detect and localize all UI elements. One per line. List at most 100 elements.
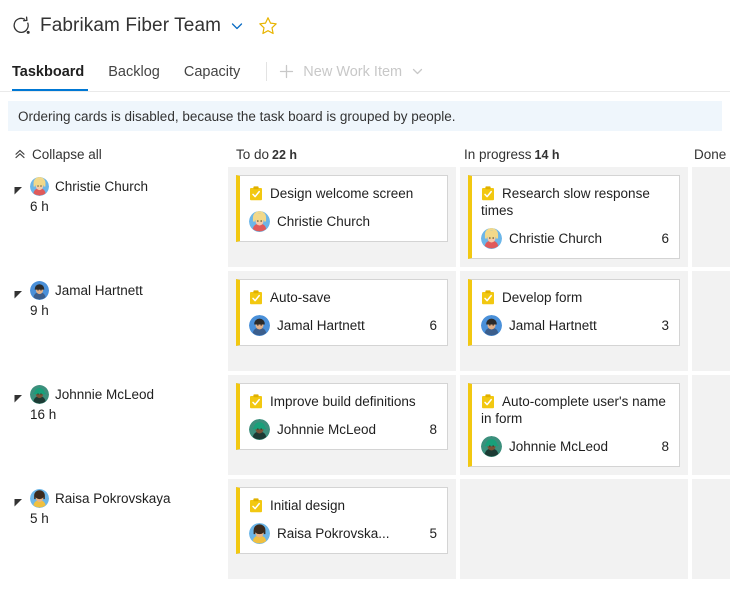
task-card-hours: 8 — [429, 422, 437, 437]
task-card-hours: 5 — [429, 526, 437, 541]
task-card-title: Auto-complete user's name in form — [481, 394, 666, 426]
swimlane-cell[interactable]: Develop formJamal Hartnett3 — [460, 271, 688, 371]
tab-capacity[interactable]: Capacity — [172, 52, 252, 91]
column-headers: Collapse all To do22 h In progress14 h D… — [0, 141, 730, 167]
swimlane-person: Raisa Pokrovskaya 5 h — [0, 479, 228, 579]
task-card-assignee: Raisa Pokrovska... — [277, 526, 421, 541]
triangle-collapse-icon[interactable] — [14, 390, 23, 399]
swimlane-person-hours: 5 h — [30, 511, 222, 526]
task-icon — [249, 186, 263, 201]
avatar — [249, 211, 270, 232]
task-card[interactable]: Improve build definitions Johnnie McLeod8 — [236, 383, 448, 450]
swimlane: Christie Church6 h Design welcome screen C… — [0, 167, 730, 267]
chevron-down-icon[interactable] — [230, 19, 244, 33]
column-header-inprogress-label: In progress — [464, 147, 532, 162]
task-card-assignee: Jamal Hartnett — [509, 318, 653, 333]
task-icon — [249, 498, 263, 513]
task-card-title-row: Develop form — [481, 289, 669, 306]
collapse-all-button[interactable]: Collapse all — [0, 147, 228, 162]
toolbar-divider — [266, 62, 267, 81]
new-work-item-button[interactable]: New Work Item — [279, 52, 424, 91]
avatar — [30, 177, 49, 196]
tab-taskboard-label: Taskboard — [12, 64, 84, 80]
swimlane-person-name: Raisa Pokrovskaya — [55, 491, 171, 506]
task-card-hours: 6 — [661, 231, 669, 246]
swimlane-cell[interactable]: Auto-save Jamal Hartnett6 — [228, 271, 456, 371]
tabstrip: Taskboard Backlog Capacity New Work Item — [0, 52, 730, 92]
swimlane: Johnnie McLeod16 hImprove build definiti… — [0, 375, 730, 475]
task-card[interactable]: Auto-save Jamal Hartnett6 — [236, 279, 448, 346]
task-card[interactable]: Research slow response timesChristie Chu… — [468, 175, 680, 259]
swimlane-person-hours: 16 h — [30, 407, 222, 422]
star-icon[interactable] — [258, 16, 278, 36]
task-card[interactable]: Initial design Raisa Pokrovska... 5 — [236, 487, 448, 554]
info-banner: Ordering cards is disabled, because the … — [8, 101, 722, 131]
task-card-title: Improve build definitions — [270, 394, 416, 409]
tab-backlog[interactable]: Backlog — [96, 52, 172, 91]
task-card-title: Initial design — [270, 498, 345, 513]
task-card[interactable]: Develop formJamal Hartnett3 — [468, 279, 680, 346]
empty-cell — [700, 175, 722, 176]
column-header-inprogress: In progress14 h — [456, 147, 684, 162]
people-column-header: Collapse all — [0, 147, 228, 162]
swimlane-cell[interactable] — [692, 167, 730, 267]
column-header-inprogress-hours: 14 h — [535, 148, 560, 162]
swimlane-cell[interactable] — [460, 479, 688, 579]
collapse-all-label: Collapse all — [32, 147, 102, 162]
task-icon — [249, 394, 263, 409]
task-card-title: Auto-save — [270, 290, 331, 305]
task-card-title-row: Research slow response times — [481, 185, 669, 219]
task-card-footer: Christie Church — [249, 211, 437, 232]
task-card-footer: Johnnie McLeod8 — [249, 419, 437, 440]
task-card-footer: Jamal Hartnett6 — [249, 315, 437, 336]
triangle-collapse-icon[interactable] — [14, 286, 23, 295]
swimlane-cell[interactable]: Auto-complete user's name in form Johnnie… — [460, 375, 688, 475]
task-card-footer: Johnnie McLeod 8 — [481, 436, 669, 457]
task-card-title-row: Design welcome screen — [249, 185, 437, 202]
team-title[interactable]: Fabrikam Fiber Team — [40, 15, 221, 37]
column-header-done: Done — [684, 147, 730, 162]
swimlane-cell[interactable] — [692, 271, 730, 371]
new-work-item-label: New Work Item — [303, 64, 402, 80]
column-header-todo: To do22 h — [228, 147, 456, 162]
double-chevron-up-icon — [14, 148, 26, 160]
swimlane-person-hours: 9 h — [30, 303, 222, 318]
empty-cell — [700, 279, 722, 280]
swimlane-cell[interactable]: Improve build definitions Johnnie McLeod8 — [228, 375, 456, 475]
task-card-hours: 8 — [661, 439, 669, 454]
avatar — [249, 523, 270, 544]
task-card-assignee: Christie Church — [277, 214, 429, 229]
swimlane-person-name: Jamal Hartnett — [55, 283, 143, 298]
swimlane-cell[interactable]: Initial design Raisa Pokrovska... 5 — [228, 479, 456, 579]
column-header-todo-hours: 22 h — [272, 148, 297, 162]
task-icon — [249, 290, 263, 305]
task-card-title-row: Auto-complete user's name in form — [481, 393, 669, 427]
column-header-todo-label: To do — [236, 147, 269, 162]
triangle-collapse-icon[interactable] — [14, 182, 23, 191]
empty-cell — [700, 487, 722, 488]
task-icon — [481, 186, 495, 201]
avatar — [30, 385, 49, 404]
app-header: Fabrikam Fiber Team — [0, 0, 730, 52]
swimlane-cell[interactable] — [692, 375, 730, 475]
swimlane-cell[interactable]: Research slow response timesChristie Chu… — [460, 167, 688, 267]
swimlane-cell[interactable] — [692, 479, 730, 579]
task-card-title: Design welcome screen — [270, 186, 413, 201]
task-card[interactable]: Design welcome screen Christie Church — [236, 175, 448, 242]
info-banner-message: Ordering cards is disabled, because the … — [18, 109, 456, 124]
triangle-collapse-icon[interactable] — [14, 494, 23, 503]
tab-capacity-label: Capacity — [184, 64, 240, 80]
swimlane-person: Johnnie McLeod16 h — [0, 375, 228, 475]
task-icon — [481, 290, 495, 305]
tab-taskboard[interactable]: Taskboard — [10, 52, 96, 91]
avatar — [249, 419, 270, 440]
task-card[interactable]: Auto-complete user's name in form Johnnie… — [468, 383, 680, 467]
chevron-down-icon[interactable] — [411, 65, 424, 78]
swimlane-person: Christie Church6 h — [0, 167, 228, 267]
task-card-assignee: Johnnie McLeod — [509, 439, 653, 454]
empty-cell — [468, 487, 680, 488]
swimlane-cell[interactable]: Design welcome screen Christie Church — [228, 167, 456, 267]
tab-backlog-label: Backlog — [108, 64, 160, 80]
task-card-footer: Raisa Pokrovska... 5 — [249, 523, 437, 544]
swimlane: Raisa Pokrovskaya 5 h Initial design Raisa … — [0, 479, 730, 579]
